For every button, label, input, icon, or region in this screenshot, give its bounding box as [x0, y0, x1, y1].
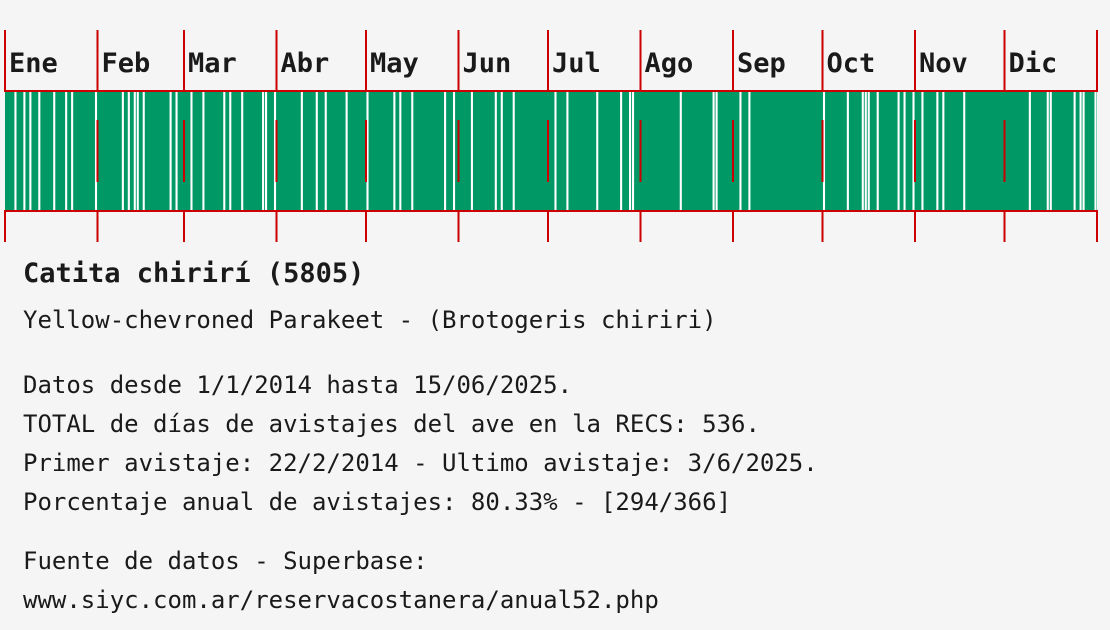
no-sighting-day-mark — [554, 92, 557, 210]
no-sighting-day-mark — [71, 92, 74, 210]
no-sighting-day-mark — [345, 92, 348, 210]
stats-date-range: Datos desde 1/1/2014 hasta 15/06/2025. — [23, 371, 573, 399]
month-label: May — [370, 48, 419, 79]
month-label: Feb — [102, 48, 151, 79]
no-sighting-day-mark — [861, 92, 864, 210]
no-sighting-day-mark — [136, 92, 139, 210]
species-subtitle: Yellow-chevroned Parakeet - (Brotogeris … — [23, 306, 717, 334]
no-sighting-day-mark — [679, 92, 682, 210]
no-sighting-day-mark — [867, 92, 870, 210]
no-sighting-day-mark — [1028, 92, 1031, 210]
month-label: Nov — [919, 48, 968, 79]
no-sighting-day-mark — [596, 92, 599, 210]
source-label: Fuente de datos - Superbase: — [23, 547, 428, 575]
no-sighting-day-mark — [324, 92, 327, 210]
no-sighting-day-mark — [566, 92, 569, 210]
month-label: Jul — [552, 48, 601, 79]
month-label: Abr — [281, 48, 330, 79]
no-sighting-day-mark — [190, 92, 193, 210]
no-sighting-day-mark — [846, 92, 849, 210]
no-sighting-day-mark — [65, 92, 68, 210]
no-sighting-day-mark — [262, 92, 265, 210]
no-sighting-day-mark — [241, 92, 244, 210]
no-sighting-day-mark — [14, 92, 17, 210]
month-label: Jun — [463, 48, 512, 79]
no-sighting-day-mark — [133, 92, 136, 210]
no-sighting-day-mark — [1082, 92, 1085, 210]
no-sighting-day-mark — [903, 92, 906, 210]
no-sighting-day-mark — [1073, 92, 1076, 210]
no-sighting-day-mark — [1046, 92, 1049, 210]
no-sighting-day-mark — [470, 92, 473, 210]
source-url[interactable]: www.siyc.com.ar/reservacostanera/anual52… — [23, 581, 659, 620]
stats-block: Datos desde 1/1/2014 hasta 15/06/2025. T… — [23, 366, 818, 522]
no-sighting-day-mark — [620, 92, 623, 210]
no-sighting-day-mark — [29, 92, 32, 210]
no-sighting-day-mark — [223, 92, 226, 210]
no-sighting-day-mark — [169, 92, 172, 210]
no-sighting-day-mark — [512, 92, 515, 210]
species-title: Catita chirirí (5805) — [23, 258, 365, 289]
no-sighting-day-mark — [876, 92, 879, 210]
no-sighting-day-mark — [494, 92, 497, 210]
annual-sightings-chart: Ene Feb Mar Abr May Jun Jul Ago Sep Oct Nov Dic — [4, 30, 1098, 242]
no-sighting-day-mark — [38, 92, 41, 210]
no-sighting-day-mark — [411, 92, 414, 210]
no-sighting-day-mark — [500, 92, 503, 210]
no-sighting-day-mark — [202, 92, 205, 210]
no-sighting-day-mark — [942, 92, 945, 210]
stats-annual-percent: Porcentaje anual de avistajes: 80.33% - … — [23, 488, 732, 516]
no-sighting-day-mark — [897, 92, 900, 210]
no-sighting-day-mark — [229, 92, 232, 210]
month-label: Dic — [1009, 48, 1058, 79]
no-sighting-day-mark — [121, 92, 124, 210]
no-sighting-day-mark — [127, 92, 130, 210]
no-sighting-day-mark — [921, 92, 924, 210]
month-label: Ago — [645, 48, 694, 79]
no-sighting-day-mark — [1094, 92, 1097, 210]
no-sighting-day-mark — [265, 92, 268, 210]
month-label: Mar — [188, 48, 237, 79]
no-sighting-day-mark — [300, 92, 303, 210]
no-sighting-day-mark — [1049, 92, 1052, 210]
no-sighting-day-mark — [748, 92, 751, 210]
no-sighting-day-mark — [936, 92, 939, 210]
no-sighting-day-mark — [315, 92, 318, 210]
no-sighting-day-mark — [712, 92, 715, 210]
month-label: Oct — [827, 48, 876, 79]
no-sighting-day-mark — [715, 92, 718, 210]
no-sighting-day-mark — [393, 92, 396, 210]
sightings-bar — [5, 92, 1097, 210]
no-sighting-day-mark — [142, 92, 145, 210]
month-label: Sep — [737, 48, 786, 79]
no-sighting-day-mark — [452, 92, 456, 210]
no-sighting-day-mark — [632, 92, 635, 210]
month-label: Ene — [9, 48, 58, 79]
no-sighting-day-mark — [1079, 92, 1082, 210]
no-sighting-day-mark — [739, 92, 742, 210]
stats-first-last: Primer avistaje: 22/2/2014 - Ultimo avis… — [23, 449, 818, 477]
no-sighting-day-mark — [963, 92, 966, 210]
no-sighting-day-mark — [629, 92, 632, 210]
no-sighting-day-mark — [864, 92, 867, 210]
source-block: Fuente de datos - Superbase: www.siyc.co… — [23, 542, 659, 620]
stats-total-days: TOTAL de días de avistajes del ave en la… — [23, 410, 760, 438]
no-sighting-day-mark — [175, 92, 178, 210]
no-sighting-day-mark — [399, 92, 402, 210]
no-sighting-day-mark — [444, 92, 447, 210]
no-sighting-day-mark — [23, 92, 26, 210]
no-sighting-day-mark — [53, 92, 56, 210]
